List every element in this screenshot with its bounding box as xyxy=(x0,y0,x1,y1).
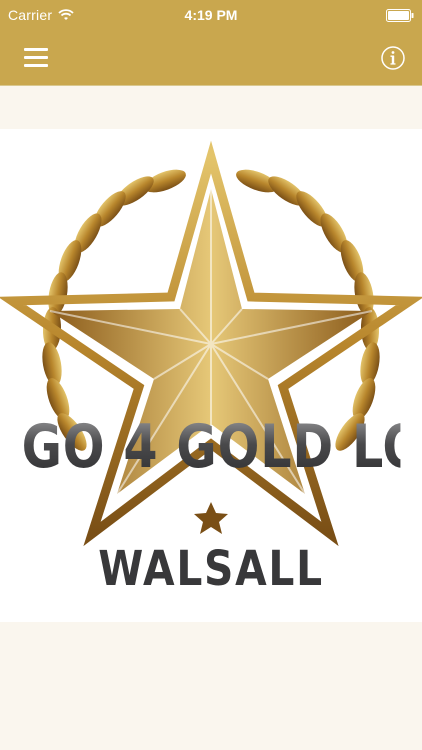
status-bar: Carrier 4:19 PM xyxy=(0,0,422,30)
logo-subtitle: WALSALL xyxy=(98,541,324,597)
hamburger-menu-icon[interactable] xyxy=(18,42,54,72)
small-star-icon xyxy=(194,502,228,534)
logo-title: GO 4 GOLD LOCAL xyxy=(21,412,422,482)
app-screen: Carrier 4:19 PM GO 4 GOLD LO WALSALL xyxy=(0,0,422,750)
navigation-bar xyxy=(0,30,422,85)
logo-panel: GO 4 GOLD LOCAL WALSALL xyxy=(0,129,422,622)
info-icon[interactable] xyxy=(378,43,408,73)
status-time: 4:19 PM xyxy=(184,7,238,23)
battery-icon xyxy=(386,9,414,22)
main-content: GO 4 GOLD LOCAL WALSALL xyxy=(0,86,422,750)
